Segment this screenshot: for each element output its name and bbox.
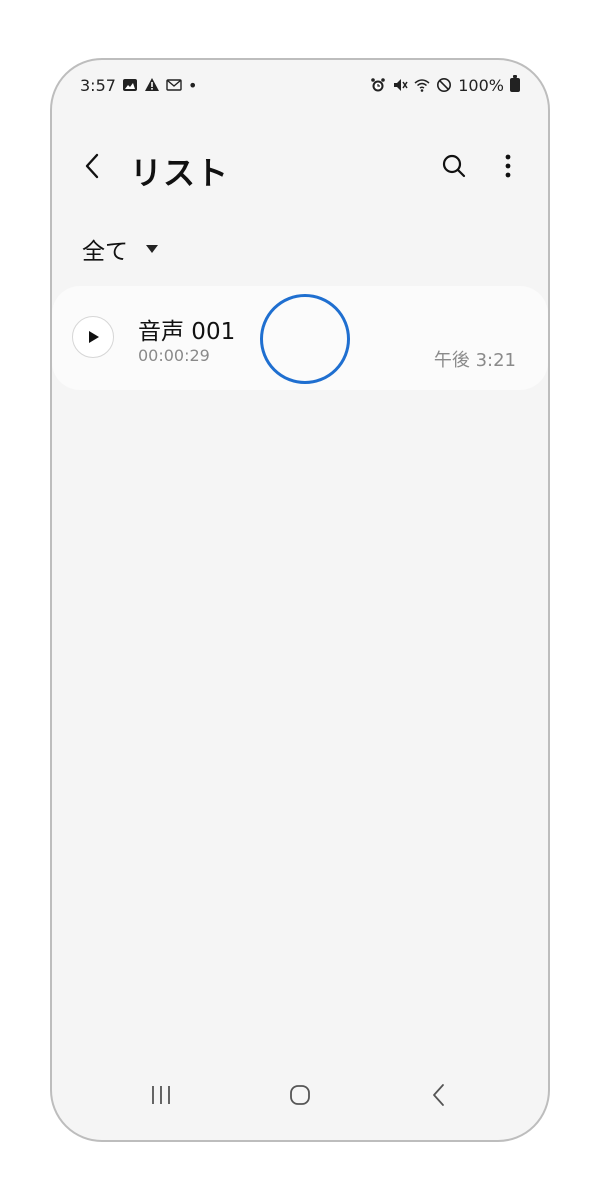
status-left: 3:57 •: [80, 76, 197, 95]
play-icon: [89, 331, 99, 343]
recording-duration: 00:00:29: [138, 346, 210, 365]
status-bar: 3:57 • 100%: [52, 60, 548, 110]
search-icon: [442, 154, 466, 178]
page-title: リスト: [130, 154, 230, 192]
nav-back-icon: [432, 1084, 444, 1106]
home-icon: [290, 1085, 310, 1105]
home-button[interactable]: [270, 1075, 330, 1115]
recording-name: 音声 001: [138, 319, 236, 345]
filter-label: 全て: [82, 239, 128, 265]
dropdown-arrow-icon: [146, 245, 158, 253]
alarm-icon: [370, 77, 386, 93]
warning-icon: [144, 77, 160, 93]
status-right: 100%: [370, 75, 520, 95]
chevron-left-icon: [85, 153, 99, 179]
battery-icon: [510, 75, 520, 92]
recording-time: 午後 3:21: [433, 350, 516, 371]
recent-apps-button[interactable]: [131, 1075, 191, 1115]
search-button[interactable]: [438, 150, 470, 182]
do-not-disturb-icon: [436, 77, 452, 93]
filter-dropdown[interactable]: 全て: [82, 232, 158, 266]
phone-frame: 3:57 • 100% リスト 全て 音声 001 00:00:29 午後 3:…: [50, 58, 550, 1142]
more-options-button[interactable]: [492, 150, 524, 182]
app-bar: リスト: [52, 138, 548, 194]
navigation-bar: [52, 1050, 548, 1140]
mute-icon: [392, 77, 408, 93]
gmail-icon: [166, 77, 182, 93]
recent-apps-icon: [152, 1086, 171, 1104]
touch-indicator: [260, 294, 350, 384]
more-vertical-icon: [505, 154, 511, 178]
status-time: 3:57: [80, 75, 116, 95]
wifi-icon: [414, 77, 430, 93]
nav-back-button[interactable]: [409, 1075, 469, 1115]
play-button[interactable]: [72, 316, 114, 358]
back-button[interactable]: [76, 150, 108, 182]
image-icon: [122, 77, 138, 93]
battery-percentage: 100%: [458, 75, 504, 95]
status-dot: •: [187, 75, 198, 95]
